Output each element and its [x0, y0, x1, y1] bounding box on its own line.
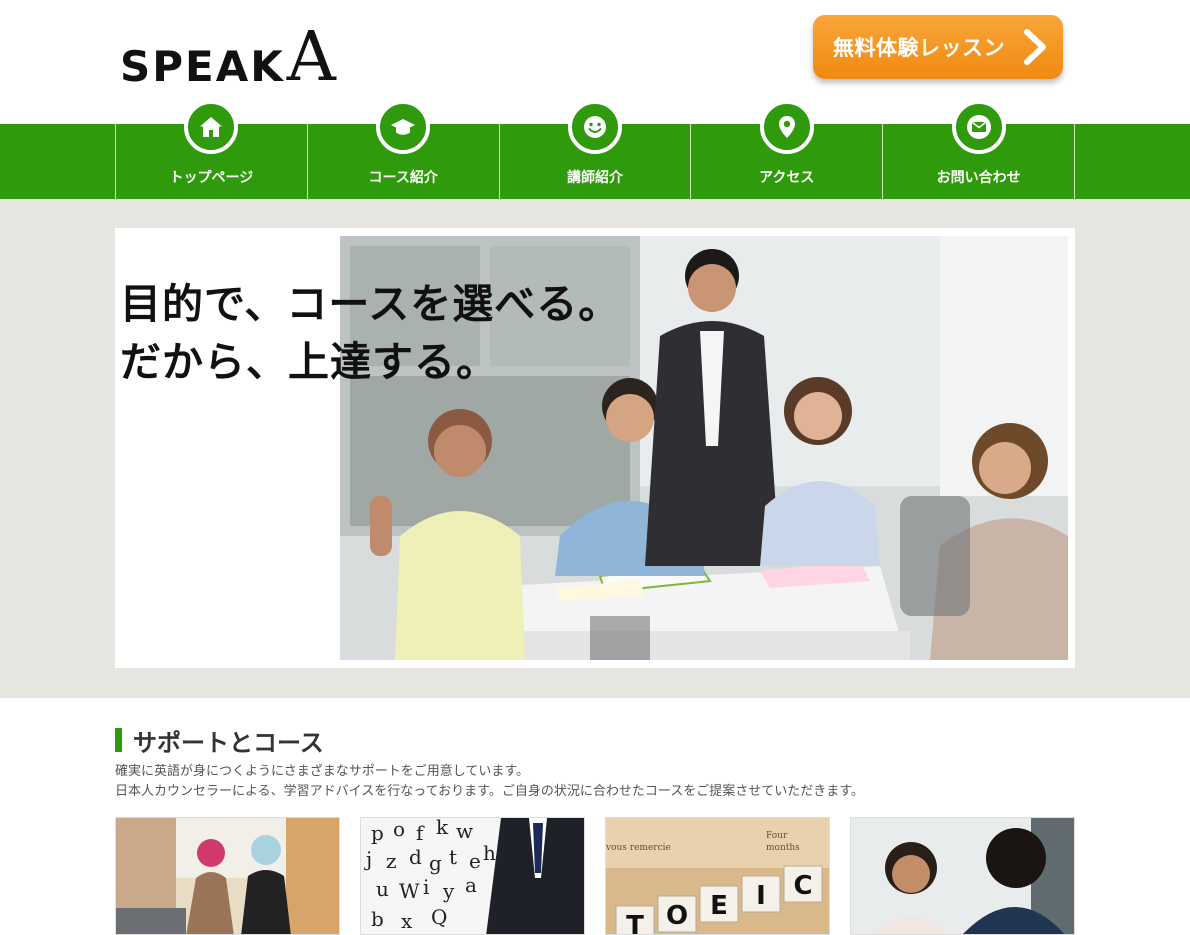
letter-glyph: x [401, 909, 413, 933]
site-logo[interactable]: SPEAK A [120, 17, 336, 97]
global-nav: トップページ コース紹介 講師紹介 アクセス お問い合わせ [0, 100, 1190, 199]
envelope-icon [966, 115, 991, 139]
course-card-toeic[interactable]: vous remercie Four months T O E I C [605, 817, 830, 935]
course-card-business[interactable]: p o f k w j z d g t e h u W i y a b x Q [360, 817, 585, 935]
letter-glyph: t [449, 845, 457, 869]
section-description-line1: 確実に英語が身につくようにさまざまなサポートをご用意しています。 [115, 764, 530, 779]
travel-photo [116, 818, 339, 934]
nav-label: コース紹介 [368, 170, 438, 186]
map-pin-icon [778, 116, 795, 138]
toeic-photo: vous remercie Four months T O E I C [606, 818, 829, 935]
nav-icon-circle [567, 100, 622, 154]
letter-glyph: z [386, 849, 397, 873]
nav-label: アクセス [759, 170, 815, 186]
smile-icon [583, 116, 606, 138]
nav-item-top[interactable]: トップページ [116, 100, 308, 199]
newspaper-text: Four [766, 831, 788, 841]
business-photo: p o f k w j z d g t e h u W i y a b x Q [361, 818, 584, 934]
hero-headline-line2: だから、上達する。 [120, 338, 498, 386]
letter-glyph: p [371, 821, 384, 845]
nav-icon-circle [376, 100, 431, 154]
nav-item-contact[interactable]: お問い合わせ [883, 100, 1075, 199]
newspaper-text: vous remercie [606, 843, 671, 853]
nav-label: トップページ [169, 170, 254, 186]
logo-letter: A [286, 17, 336, 97]
letter-glyph: u [376, 877, 389, 901]
nav-item-courses[interactable]: コース紹介 [308, 100, 500, 199]
free-trial-label: 無料体験レッスン [833, 36, 1005, 60]
section-heading-text: サポートとコース [133, 728, 324, 757]
nav-item-teachers[interactable]: 講師紹介 [500, 100, 692, 199]
toeic-tile-letter: E [710, 891, 728, 921]
letter-glyph: a [465, 873, 477, 897]
course-cards: p o f k w j z d g t e h u W i y a b x Q [115, 817, 1075, 935]
letter-glyph: g [429, 851, 442, 875]
nav-label: お問い合わせ [936, 170, 1021, 186]
hero-headline: 目的で、コースを選べる。 だから、上達する。 [120, 275, 620, 391]
section-description: 確実に英語が身につくようにさまざまなサポートをご用意しています。 日本人カウンセ… [115, 762, 864, 802]
nav-item-access[interactable]: アクセス [691, 100, 884, 199]
nav-icon-circle [184, 100, 239, 154]
course-card-travel[interactable] [115, 817, 340, 935]
hero-headline-line1: 目的で、コースを選べる。 [120, 280, 621, 328]
newspaper-text: months [766, 843, 800, 853]
toeic-tile-letter: T [626, 911, 644, 935]
letter-glyph: W [399, 879, 420, 903]
course-card-counseling[interactable] [850, 817, 1075, 935]
nav-label: 講師紹介 [566, 170, 623, 186]
letter-glyph: b [371, 907, 384, 931]
toeic-tile-letter: C [793, 871, 812, 901]
letter-glyph: i [423, 875, 429, 899]
graduation-cap-icon [391, 119, 416, 135]
section-description-line2: 日本人カウンセラーによる、学習アドバイスを行なっております。ご自身の状況に合わせ… [115, 784, 864, 799]
chevron-right-icon [1024, 29, 1046, 65]
toeic-tile-letter: O [666, 901, 688, 931]
letter-glyph: o [393, 818, 405, 841]
free-trial-button[interactable]: 無料体験レッスン [813, 15, 1063, 79]
nav-icon-circle [951, 100, 1006, 154]
letter-glyph: j [364, 847, 372, 871]
heading-accent-bar [115, 728, 122, 752]
letter-glyph: h [483, 841, 496, 865]
letter-glyph: w [456, 819, 473, 843]
letter-glyph: d [409, 845, 422, 869]
letter-glyph: Q [431, 905, 447, 929]
logo-text: SPEAK [120, 42, 285, 91]
counseling-photo [851, 818, 1074, 934]
letter-glyph: y [442, 879, 455, 903]
toeic-tile-letter: I [756, 881, 766, 911]
letter-glyph: k [436, 818, 449, 839]
home-icon [200, 117, 223, 137]
nav-list: トップページ コース紹介 講師紹介 アクセス お問い合わせ [115, 100, 1075, 199]
letter-glyph: e [469, 849, 481, 873]
nav-icon-circle [759, 100, 814, 154]
section-heading: サポートとコース [115, 726, 324, 757]
